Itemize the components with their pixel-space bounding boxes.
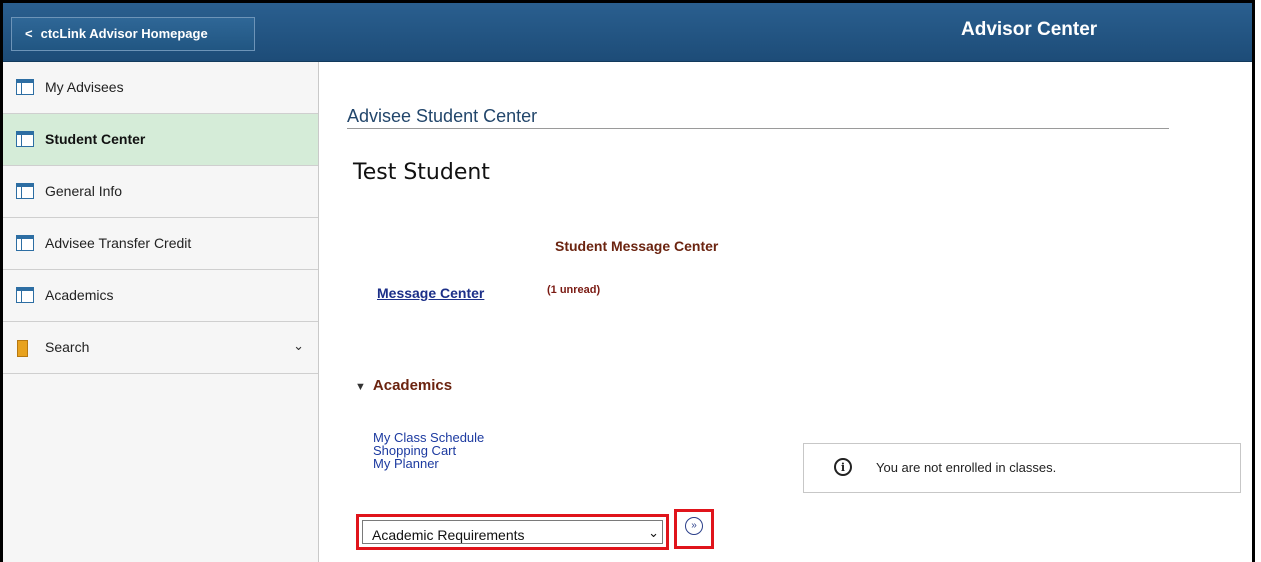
sidebar-item-label: Search [45,339,90,355]
academics-other-select[interactable]: Academic Requirements ⌄ [362,520,663,544]
divider [347,128,1169,129]
app-title: Advisor Center [961,19,1098,40]
sidebar-item-advisee-transfer-credit[interactable]: Advisee Transfer Credit [3,218,318,270]
my-planner-link[interactable]: My Planner [373,457,484,470]
unread-count: (1 unread) [547,284,601,296]
main-content: Advisee Student Center Test Student Stud… [319,62,1252,562]
highlight-frame: » [674,509,714,549]
student-name: Test Student [353,160,490,185]
chevron-left-icon: < [25,26,33,41]
enrollment-info-text: You are not enrolled in classes. [876,460,1057,475]
sidebar-item-label: General Info [45,183,123,199]
sidebar-item-search[interactable]: Search ⌄ [3,322,318,374]
advisor-homepage-button[interactable]: < ctcLink Advisor Homepage [11,17,255,51]
highlight-frame: Academic Requirements ⌄ [356,514,669,550]
sidebar-item-label: Advisee Transfer Credit [45,235,192,251]
header-bar: < ctcLink Advisor Homepage Advisor Center [3,3,1252,62]
message-center-heading: Student Message Center [555,238,719,254]
message-center-link[interactable]: Message Center [377,285,484,301]
sidebar-item-general-info[interactable]: General Info [3,166,318,218]
go-button[interactable]: » [685,517,703,535]
sidebar-item-student-center[interactable]: Student Center [3,114,318,166]
page-title: Advisee Student Center [347,106,538,126]
grid-icon [16,131,34,147]
grid-icon [16,183,34,199]
sidebar-item-label: Student Center [45,131,146,147]
chevron-down-icon[interactable]: ⌄ [293,338,304,354]
grid-icon [16,287,34,303]
folder-icon [17,340,28,357]
select-value: Academic Requirements [372,527,525,543]
academics-section-toggle[interactable]: ▼ Academics [355,377,452,394]
info-icon: i [834,458,852,476]
sidebar-item-label: Academics [45,287,114,303]
sidebar: My Advisees Student Center General Info … [3,62,319,562]
chevron-down-icon: ⌄ [648,525,659,540]
enrollment-info-box: i You are not enrolled in classes. [803,443,1241,493]
sidebar-item-academics[interactable]: Academics [3,270,318,322]
sidebar-item-my-advisees[interactable]: My Advisees [3,62,318,114]
academics-heading: Academics [372,377,453,394]
collapse-triangle-icon: ▼ [355,381,366,393]
sidebar-item-label: My Advisees [45,79,124,95]
grid-icon [16,79,34,95]
home-button-label: ctcLink Advisor Homepage [40,26,208,41]
app-frame: < ctcLink Advisor Homepage Advisor Center… [0,0,1255,562]
grid-icon [16,235,34,251]
academics-links: My Class Schedule Shopping Cart My Plann… [373,431,484,470]
